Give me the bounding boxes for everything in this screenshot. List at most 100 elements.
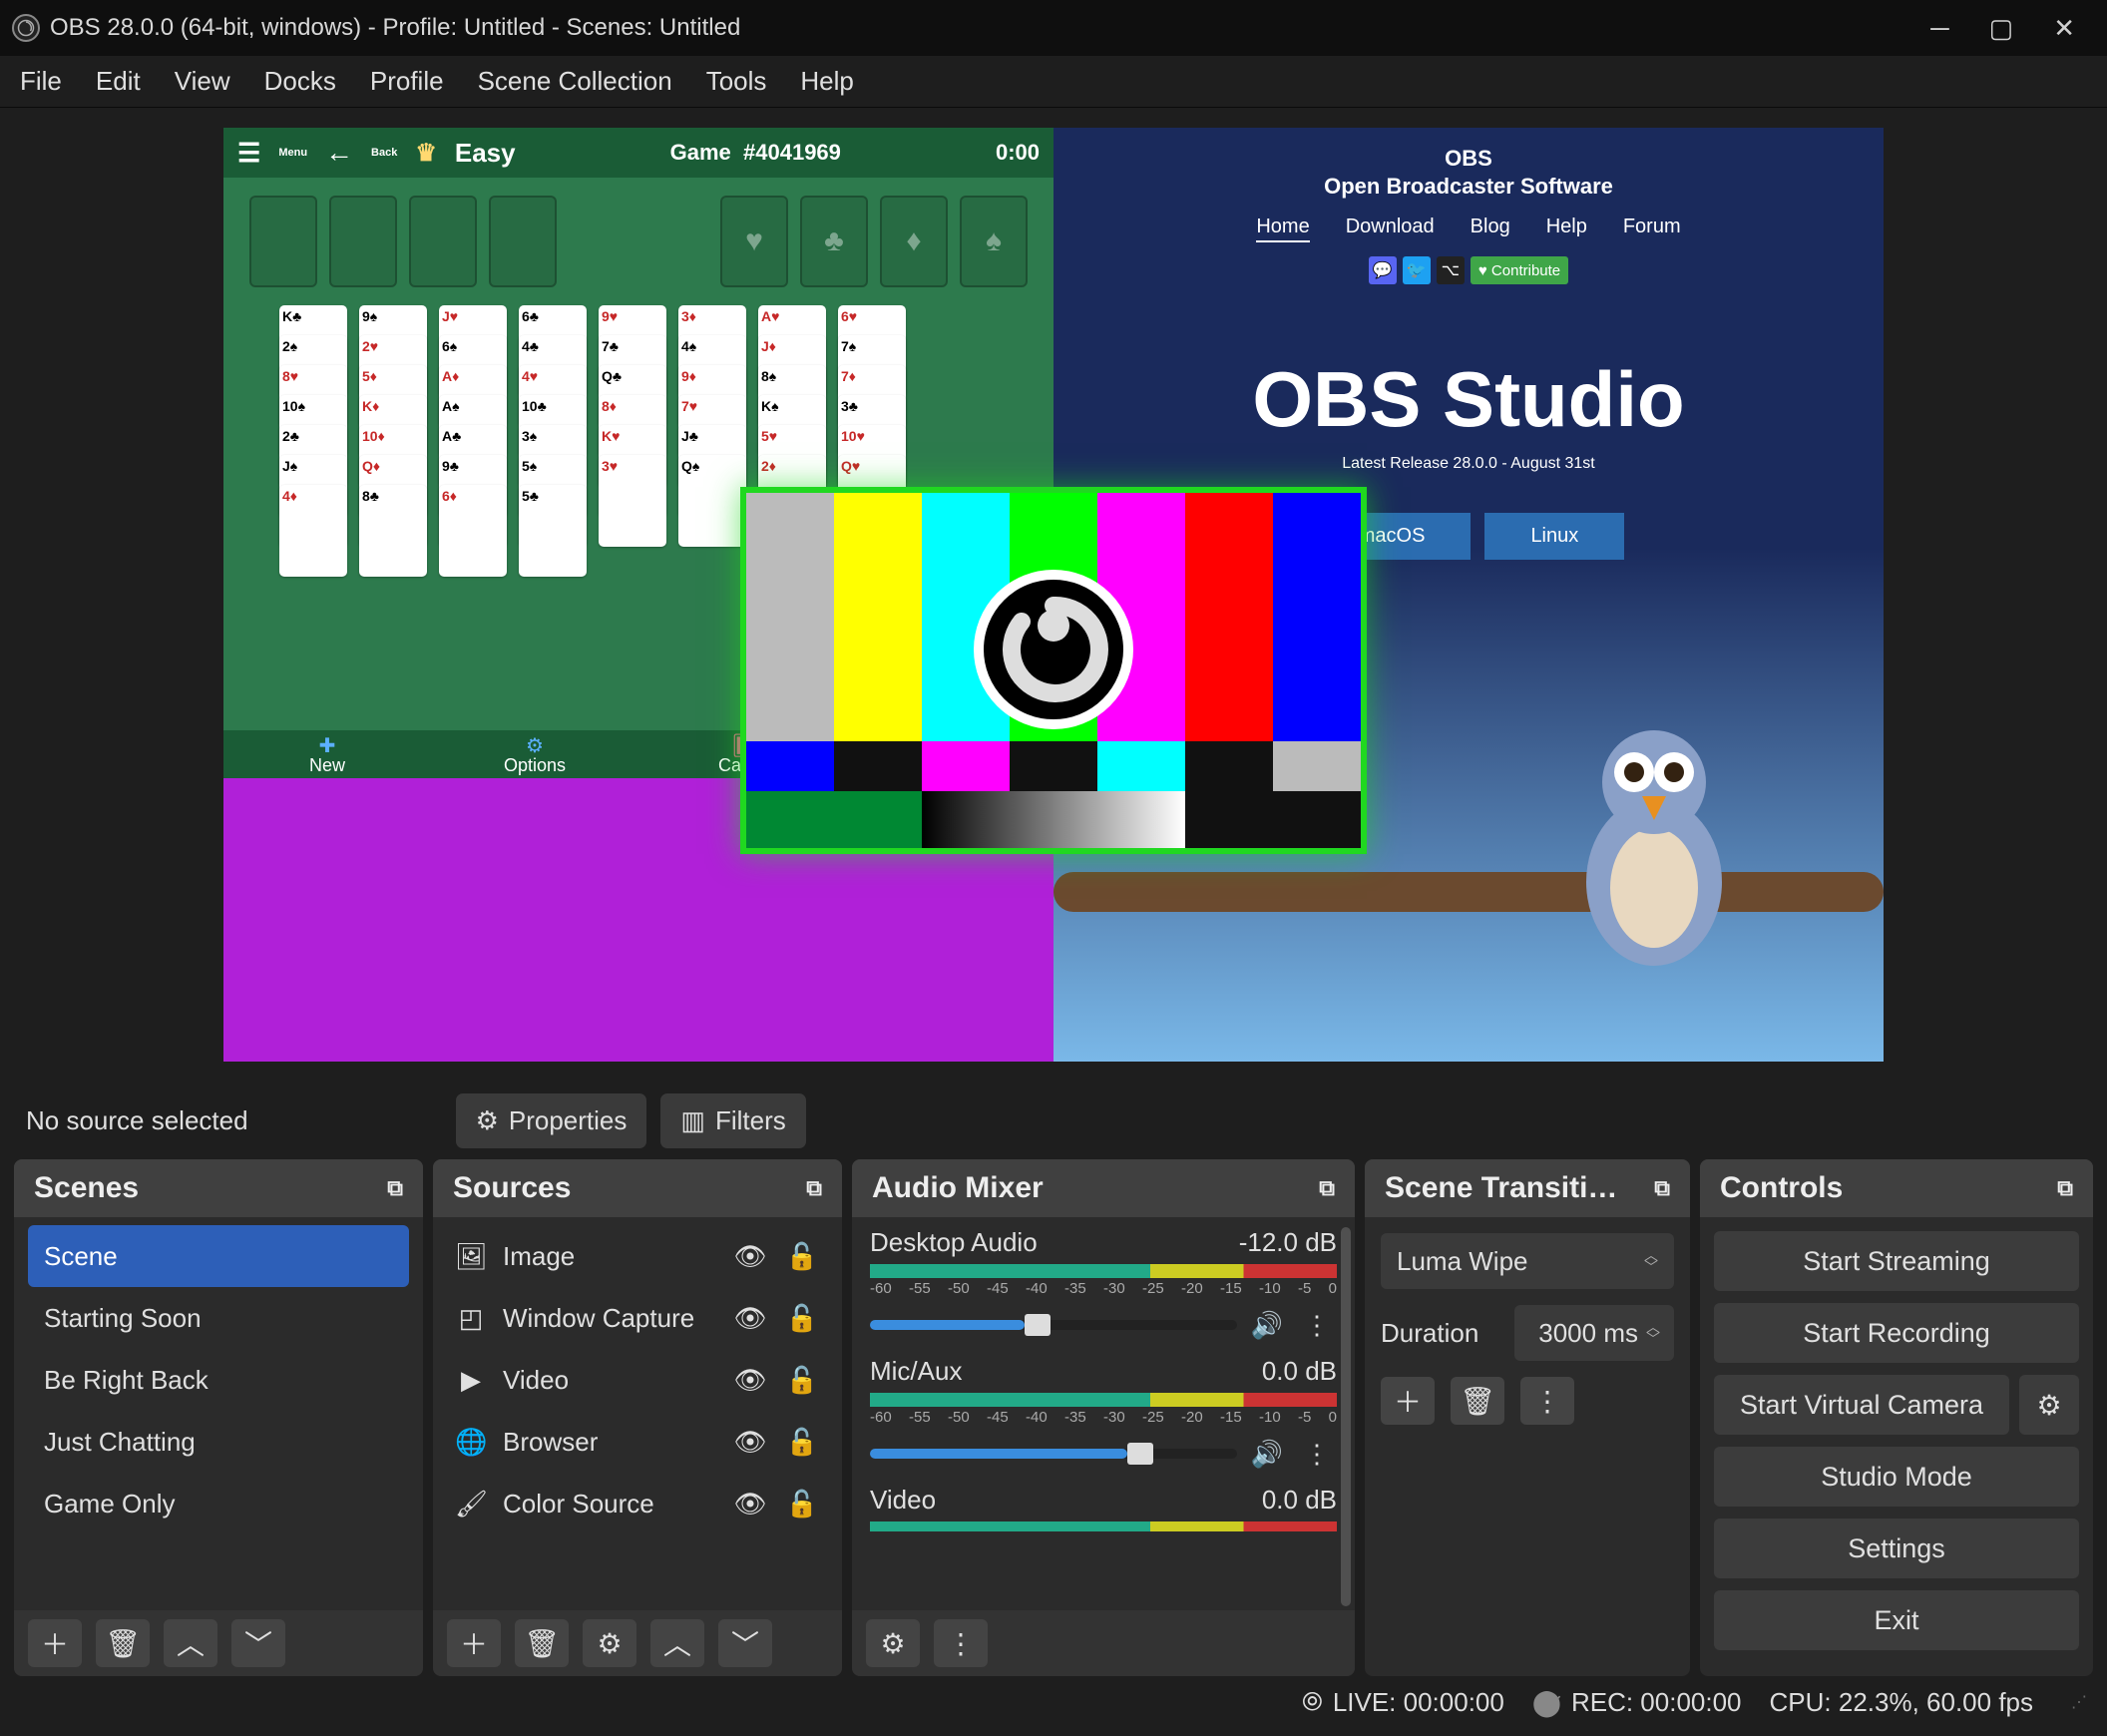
menu-edit[interactable]: Edit xyxy=(96,66,141,97)
settings-button[interactable]: Settings xyxy=(1714,1519,2079,1578)
preview-source-testcard[interactable] xyxy=(740,487,1367,854)
source-item[interactable]: ◰ Window Capture 👁 🔓 xyxy=(447,1287,828,1349)
dock-popout-icon[interactable]: ⧉ xyxy=(2057,1175,2073,1201)
properties-button[interactable]: ⚙ Properties xyxy=(456,1093,647,1148)
foundation-slot: ♦ xyxy=(880,196,948,287)
lock-icon[interactable]: 🔓 xyxy=(784,1427,820,1458)
scene-item[interactable]: Starting Soon xyxy=(28,1287,409,1349)
more-options-icon[interactable]: ⋮ xyxy=(1297,1439,1337,1470)
scene-item[interactable]: Scene xyxy=(28,1225,409,1287)
menu-profile[interactable]: Profile xyxy=(370,66,444,97)
start-virtual-camera-button[interactable]: Start Virtual Camera xyxy=(1714,1375,2009,1435)
menu-tools[interactable]: Tools xyxy=(706,66,767,97)
lock-icon[interactable]: 🔓 xyxy=(784,1241,820,1272)
menu-view[interactable]: View xyxy=(175,66,230,97)
titlebar: OBS 28.0.0 (64-bit, windows) - Profile: … xyxy=(0,0,2107,56)
maximize-icon[interactable]: ▢ xyxy=(1989,13,2014,44)
remove-scene-button[interactable]: 🗑 xyxy=(96,1619,150,1667)
foundation-slot: ♥ xyxy=(720,196,788,287)
transitions-title: Scene Transiti… xyxy=(1385,1171,1617,1205)
dock-popout-icon[interactable]: ⧉ xyxy=(1654,1175,1670,1201)
minimize-icon[interactable]: ─ xyxy=(1930,13,1948,44)
filters-icon: ▥ xyxy=(680,1105,705,1136)
controls-dock: Controls ⧉ Start Streaming Start Recordi… xyxy=(1700,1159,2093,1676)
visibility-icon[interactable]: 👁 xyxy=(732,1241,768,1272)
source-item[interactable]: ▶ Video 👁 🔓 xyxy=(447,1349,828,1411)
source-settings-button[interactable]: ⚙ xyxy=(583,1619,636,1667)
sources-list: 🖼 Image 👁 🔓 ◰ Window Capture 👁 🔓 ▶ Video… xyxy=(433,1217,842,1610)
add-source-button[interactable]: ＋ xyxy=(447,1619,501,1667)
no-selection-label: No source selected xyxy=(26,1105,248,1136)
menu-file[interactable]: File xyxy=(20,66,62,97)
visibility-icon[interactable]: 👁 xyxy=(732,1489,768,1519)
dock-popout-icon[interactable]: ⧉ xyxy=(387,1175,403,1201)
start-streaming-button[interactable]: Start Streaming xyxy=(1714,1231,2079,1291)
move-source-up-button[interactable]: ︿ xyxy=(650,1619,704,1667)
transition-menu-button[interactable]: ⋮ xyxy=(1520,1377,1574,1425)
record-disabled-icon: ⬤̷ xyxy=(1532,1687,1561,1718)
remove-transition-button[interactable]: 🗑 xyxy=(1451,1377,1504,1425)
dock-popout-icon[interactable]: ⧉ xyxy=(806,1175,822,1201)
github-icon: ⌥ xyxy=(1437,256,1465,284)
lock-icon[interactable]: 🔓 xyxy=(784,1489,820,1519)
resize-grip-icon[interactable]: ⋰ xyxy=(2071,1692,2087,1712)
scrollbar[interactable] xyxy=(1341,1227,1351,1606)
menu-scene-collection[interactable]: Scene Collection xyxy=(478,66,672,97)
filters-button[interactable]: ▥ Filters xyxy=(660,1093,805,1148)
add-transition-button[interactable]: ＋ xyxy=(1381,1377,1435,1425)
virtual-camera-settings-button[interactable]: ⚙ xyxy=(2019,1375,2079,1435)
duration-input[interactable]: 3000 ms ︿﹀ xyxy=(1514,1305,1674,1361)
add-scene-button[interactable]: ＋ xyxy=(28,1619,82,1667)
sol-back-label: Back xyxy=(371,148,397,159)
twitter-icon: 🐦 xyxy=(1403,256,1431,284)
volume-slider[interactable] xyxy=(870,1320,1237,1330)
move-scene-down-button[interactable]: ﹀ xyxy=(231,1619,285,1667)
speaker-icon[interactable]: 🔊 xyxy=(1247,1310,1287,1341)
studio-mode-button[interactable]: Studio Mode xyxy=(1714,1447,2079,1507)
foundation-slot: ♠ xyxy=(960,196,1028,287)
video-source-icon: ▶ xyxy=(455,1365,487,1396)
mixer-channel: Desktop Audio -12.0 dB -60-55-50-45-40-3… xyxy=(870,1227,1337,1346)
source-item[interactable]: 🖌 Color Source 👁 🔓 xyxy=(447,1473,828,1534)
sol-menu-label: Menu xyxy=(278,148,307,159)
close-icon[interactable]: ✕ xyxy=(2053,13,2075,44)
transition-select[interactable]: Luma Wipe ︿﹀ xyxy=(1381,1233,1674,1289)
audio-meter xyxy=(870,1393,1337,1407)
source-item[interactable]: 🌐 Browser 👁 🔓 xyxy=(447,1411,828,1473)
mixer-advanced-button[interactable]: ⚙ xyxy=(866,1619,920,1667)
source-item[interactable]: 🖼 Image 👁 🔓 xyxy=(447,1225,828,1287)
crown-icon: ♛ xyxy=(415,139,437,168)
mixer-title: Audio Mixer xyxy=(872,1171,1044,1205)
visibility-icon[interactable]: 👁 xyxy=(732,1427,768,1458)
menu-help[interactable]: Help xyxy=(800,66,853,97)
move-scene-up-button[interactable]: ︿ xyxy=(164,1619,217,1667)
preview-canvas[interactable]: ☰ Menu ← Back ♛ Easy Game #4041969 0:00 … xyxy=(223,128,1884,1062)
scene-item[interactable]: Game Only xyxy=(28,1473,409,1534)
volume-slider[interactable] xyxy=(870,1449,1237,1459)
freecell-slot xyxy=(329,196,397,287)
menubar: File Edit View Docks Profile Scene Colle… xyxy=(0,56,2107,108)
menu-docks[interactable]: Docks xyxy=(264,66,336,97)
remove-source-button[interactable]: 🗑 xyxy=(515,1619,569,1667)
audio-meter xyxy=(870,1521,1337,1531)
preview-area: ☰ Menu ← Back ♛ Easy Game #4041969 0:00 … xyxy=(0,108,2107,1082)
scene-item[interactable]: Be Right Back xyxy=(28,1349,409,1411)
window-capture-icon: ◰ xyxy=(455,1303,487,1334)
mixer-menu-button[interactable]: ⋮ xyxy=(934,1619,988,1667)
scenes-dock: Scenes ⧉ Scene Starting Soon Be Right Ba… xyxy=(14,1159,423,1676)
move-source-down-button[interactable]: ﹀ xyxy=(718,1619,772,1667)
start-recording-button[interactable]: Start Recording xyxy=(1714,1303,2079,1363)
audio-meter xyxy=(870,1264,1337,1278)
freecell-slot xyxy=(409,196,477,287)
scene-item[interactable]: Just Chatting xyxy=(28,1411,409,1473)
visibility-icon[interactable]: 👁 xyxy=(732,1365,768,1396)
exit-button[interactable]: Exit xyxy=(1714,1590,2079,1650)
speaker-icon[interactable]: 🔊 xyxy=(1247,1439,1287,1470)
dock-popout-icon[interactable]: ⧉ xyxy=(1319,1175,1335,1201)
lock-icon[interactable]: 🔓 xyxy=(784,1303,820,1334)
more-options-icon[interactable]: ⋮ xyxy=(1297,1310,1337,1341)
visibility-icon[interactable]: 👁 xyxy=(732,1303,768,1334)
back-arrow-icon: ← xyxy=(325,137,353,169)
audio-mixer-dock: Audio Mixer ⧉ Desktop Audio -12.0 dB -60… xyxy=(852,1159,1355,1676)
lock-icon[interactable]: 🔓 xyxy=(784,1365,820,1396)
